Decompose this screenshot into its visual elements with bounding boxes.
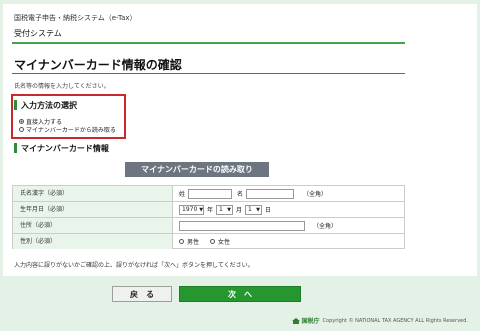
radio-read-card-label: マイナンバーカードから読み取る xyxy=(26,127,116,134)
radio-read-card[interactable]: マイナンバーカードから読み取る xyxy=(19,125,116,134)
radio-female[interactable] xyxy=(210,239,216,244)
birth-day-select[interactable]: 1 ▼ xyxy=(245,204,263,215)
section-marker-icon xyxy=(14,100,17,110)
chevron-down-icon: ▼ xyxy=(256,206,261,213)
card-info-heading-text: マイナンバーカード情報 xyxy=(21,144,109,153)
birth-month-value: 1 xyxy=(219,206,223,213)
address-fullwidth-note: （全角） xyxy=(313,223,338,230)
next-button[interactable]: 次 へ xyxy=(179,286,301,302)
page-title: マイナンバーカード情報の確認 xyxy=(14,58,182,72)
day-unit: 日 xyxy=(265,207,272,214)
birth-day-value: 1 xyxy=(248,206,252,213)
birthdate-label: 生年月日（必須） xyxy=(13,202,173,217)
copyright-text: Copyright © NATIONAL TAX AGENCY ALL Righ… xyxy=(322,317,468,324)
name-fullwidth-note: （全角） xyxy=(303,191,328,198)
gender-male-label: 男性 xyxy=(187,239,200,246)
info-table: 氏名漢字（必須） 姓 名 （全角） 生年月日（必須） 1970 ▼ 年 1 ▼ … xyxy=(12,185,405,249)
system-name: 国税電子申告・納税システム（e-Tax） xyxy=(14,14,137,22)
surname-input[interactable] xyxy=(188,188,233,199)
birthdate-fields: 1970 ▼ 年 1 ▼ 月 1 ▼ 日 xyxy=(179,202,271,217)
given-name-label: 名 xyxy=(237,191,244,198)
instruction-text: 氏名等の情報を入力してください。 xyxy=(14,83,110,90)
confirm-note: 入力内容に誤りがないかご確認の上、誤りがなければ「次へ」ボタンを押してください。 xyxy=(14,262,254,269)
table-row-birthdate: 生年月日（必須） 1970 ▼ 年 1 ▼ 月 1 ▼ 日 xyxy=(13,202,404,218)
nta-logo-text: 国税庁 xyxy=(301,318,320,325)
card-info-heading: マイナンバーカード情報 xyxy=(14,143,109,153)
title-divider xyxy=(12,73,405,74)
page: 国税電子申告・納税システム（e-Tax） 受付システム マイナンバーカード情報の… xyxy=(0,0,480,331)
table-row-gender: 性別（必須） 男性 女性 xyxy=(13,234,404,250)
radio-male[interactable] xyxy=(179,239,184,244)
table-row-address: 住所（必須） （全角） xyxy=(13,218,404,234)
input-method-heading: 入力方法の選択 xyxy=(14,100,77,110)
chevron-down-icon: ▼ xyxy=(199,206,204,213)
radio-selected-icon[interactable] xyxy=(19,119,24,124)
gender-label: 性別（必須） xyxy=(13,234,173,249)
birth-month-select[interactable]: 1 ▼ xyxy=(216,204,234,215)
subsystem-name: 受付システム xyxy=(14,29,62,38)
year-unit: 年 xyxy=(207,207,214,214)
table-row-name: 氏名漢字（必須） 姓 名 （全角） xyxy=(13,186,404,202)
chevron-down-icon: ▼ xyxy=(227,206,232,213)
nta-logo: 国税庁 xyxy=(291,316,320,325)
house-icon xyxy=(291,317,300,324)
content-panel: 国税電子申告・納税システム（e-Tax） 受付システム マイナンバーカード情報の… xyxy=(3,4,477,276)
radio-unselected-icon[interactable] xyxy=(19,127,24,132)
gender-options: 男性 女性 xyxy=(179,234,230,249)
gender-female-label: 女性 xyxy=(218,239,231,246)
read-card-button[interactable]: マイナンバーカードの読み取り xyxy=(125,162,269,177)
address-fields: （全角） xyxy=(179,218,337,233)
birth-year-value: 1970 xyxy=(182,206,198,213)
input-method-heading-text: 入力方法の選択 xyxy=(21,101,77,110)
surname-label: 姓 xyxy=(179,191,186,198)
footer: 国税庁 Copyright © NATIONAL TAX AGENCY ALL … xyxy=(291,316,468,325)
month-unit: 月 xyxy=(236,207,243,214)
back-button[interactable]: 戻 る xyxy=(112,286,172,302)
name-fields: 姓 名 （全角） xyxy=(179,186,327,201)
name-label: 氏名漢字（必須） xyxy=(13,186,173,201)
section-marker-icon xyxy=(14,143,17,153)
address-input[interactable] xyxy=(179,220,305,231)
address-label: 住所（必須） xyxy=(13,218,173,233)
given-name-input[interactable] xyxy=(246,188,295,199)
birth-year-select[interactable]: 1970 ▼ xyxy=(179,204,204,215)
header-divider xyxy=(12,42,405,44)
